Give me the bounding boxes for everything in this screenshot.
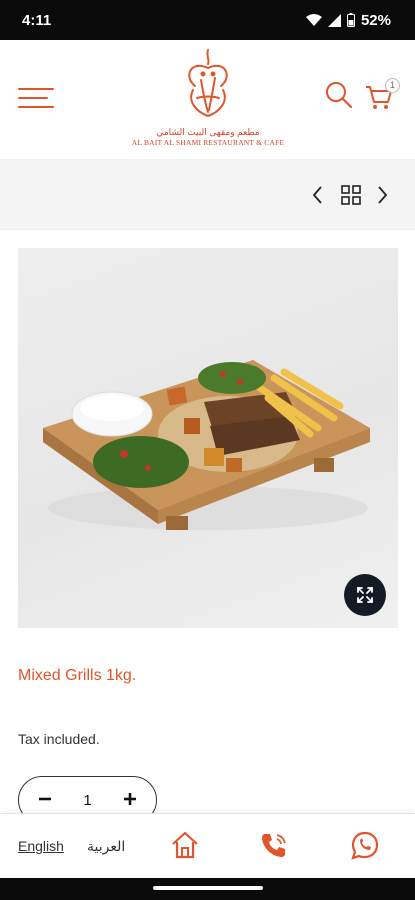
mixed-grill-platter-illustration [43,360,370,530]
status-icons: 52% [305,11,391,29]
status-bar: 4:11 52% [0,0,415,40]
cart-button[interactable]: 1 [364,78,402,112]
quantity-value[interactable]: 1 [83,792,91,809]
chevron-right-icon [378,186,388,204]
chevron-left-icon [312,186,322,204]
signal-icon [327,13,341,27]
search-button[interactable] [324,80,354,110]
logo-arabic-name: مطعم ومقهى البيت الشامي [156,127,260,137]
logo-calligraphy-icon [188,49,228,118]
system-navigation-bar [0,878,415,900]
product-nav-bar [0,160,415,230]
bottom-navigation-bar: English العربية [0,813,415,878]
search-icon [326,82,353,109]
plus-icon [124,792,136,805]
phone-icon [262,834,286,857]
home-gesture-pill[interactable] [153,886,263,890]
app-header: مطعم ومقهى البيت الشامي AL BAIT AL SHAMI… [0,40,415,160]
battery-percent: 52% [360,11,391,29]
call-button[interactable] [259,830,289,860]
status-time: 4:11 [22,11,52,29]
grid-icon [341,185,361,205]
whatsapp-button[interactable] [350,830,380,860]
language-arabic-link[interactable]: العربية [87,838,125,855]
wifi-icon [305,13,322,26]
battery-icon [346,13,355,27]
cart-count-badge: 1 [385,78,400,93]
zoom-image-button[interactable] [344,574,386,616]
home-button[interactable] [170,830,200,860]
product-grid-button[interactable] [340,184,362,206]
language-english-link[interactable]: English [18,838,64,854]
menu-button[interactable] [18,88,54,110]
restaurant-logo[interactable]: مطعم ومقهى البيت الشامي AL BAIT AL SHAMI… [128,46,288,156]
product-title: Mixed Grills 1kg. [18,667,137,684]
hamburger-line [18,97,48,99]
tax-note: Tax included. [18,731,100,747]
product-image[interactable] [18,248,398,628]
minus-icon [39,797,51,800]
next-product-button[interactable] [372,184,392,206]
logo-english-name: AL BAIT AL SHAMI RESTAURANT & CAFE [131,138,285,147]
home-icon [172,831,198,859]
previous-product-button[interactable] [308,184,328,206]
expand-icon [357,587,373,603]
increase-quantity-button[interactable] [122,789,138,812]
hamburger-icon [18,88,54,90]
hamburger-line [18,106,54,108]
whatsapp-icon [351,831,379,860]
decrease-quantity-button[interactable] [37,789,53,812]
